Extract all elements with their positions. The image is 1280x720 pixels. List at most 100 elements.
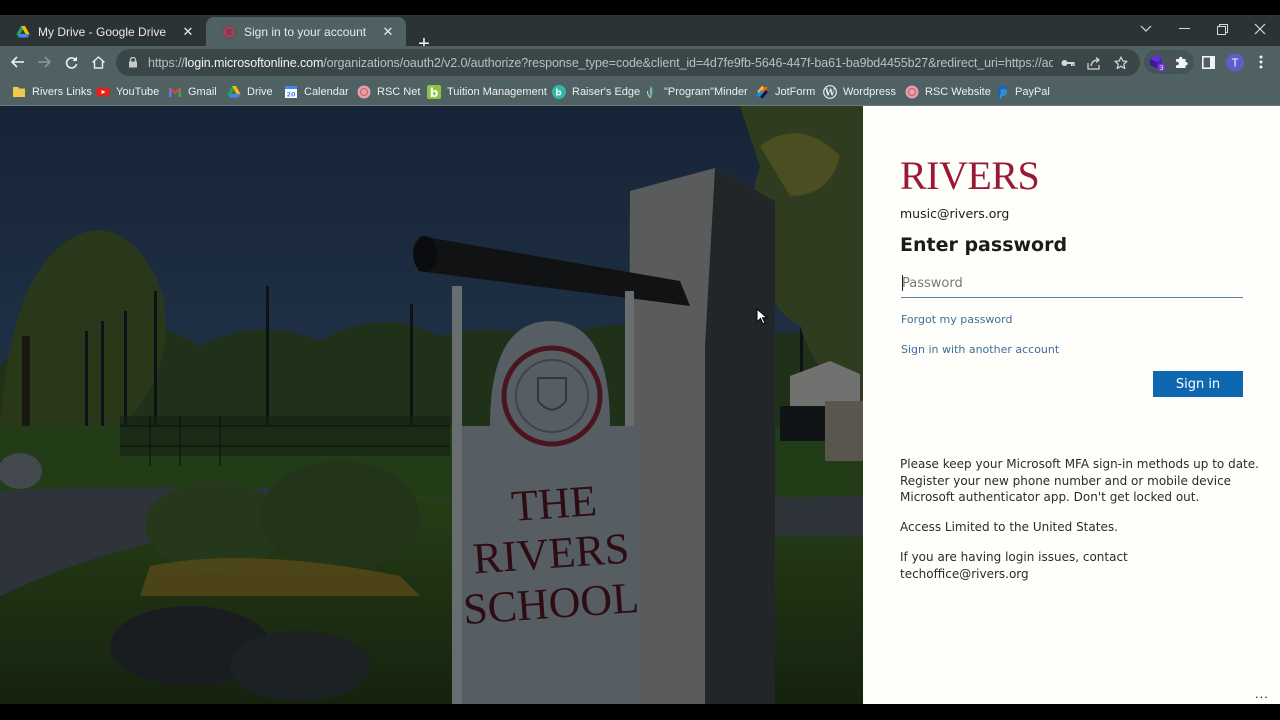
- forward-button[interactable]: [34, 52, 54, 72]
- bookmark-label: RSC Net: [377, 86, 421, 98]
- svg-text:20: 20: [286, 91, 296, 99]
- tab-sign-in[interactable]: Sign in to your account ✕: [206, 17, 406, 46]
- sign-in-button[interactable]: Sign in: [1153, 371, 1243, 397]
- folder-icon: [13, 87, 25, 97]
- bookmark-youtube[interactable]: YouTube: [96, 84, 159, 100]
- kebab-menu-icon[interactable]: [1252, 53, 1270, 71]
- tuition-management-icon: b: [427, 85, 441, 99]
- svg-text:b: b: [555, 89, 562, 99]
- side-panel-icon[interactable]: [1199, 53, 1217, 71]
- svg-text:b: b: [430, 86, 439, 99]
- sign-in-panel: RIVERS music@rivers.org Enter password F…: [863, 106, 1280, 704]
- sign-in-page: THE RIVERS SCHOOL RIVERS music@rivers.or…: [0, 106, 1280, 704]
- browser-toolbar: https://login.microsoftonline.com/organi…: [0, 46, 1280, 78]
- profile-initial: T: [1231, 57, 1239, 69]
- bookmark-label: Tuition Management: [447, 86, 547, 98]
- extension-cube-icon[interactable]: 3: [1148, 53, 1166, 71]
- bookmark-rsc-net[interactable]: RSC Net: [357, 84, 420, 100]
- bookmark-label: PayPal: [1015, 86, 1050, 98]
- paypal-icon: [997, 86, 1008, 99]
- reload-icon: [65, 56, 77, 69]
- url-host: login.microsoftonline.com: [184, 55, 324, 70]
- profile-avatar[interactable]: T: [1226, 53, 1244, 71]
- rsc-website-icon: [905, 85, 919, 99]
- close-tab-icon[interactable]: ✕: [380, 24, 396, 40]
- enter-password-heading: Enter password: [900, 234, 1068, 256]
- bookmark-label: "Program"Minder: [664, 86, 748, 98]
- close-window-icon[interactable]: [1241, 15, 1279, 43]
- rivers-school-sign-illustration: THE RIVERS SCHOOL: [0, 106, 863, 704]
- bookmark-label: JotForm: [775, 86, 816, 98]
- back-arrow-icon: [11, 56, 24, 68]
- url-scheme: https://: [148, 55, 185, 70]
- url-path: /organizations/oauth2/v2.0/authorize?res…: [323, 55, 1053, 70]
- bookmark-rsc-website[interactable]: RSC Website: [905, 84, 991, 100]
- google-drive-icon: [227, 86, 241, 98]
- svg-text:W: W: [824, 89, 836, 99]
- bookmark-label: Gmail: [188, 86, 217, 98]
- mouse-cursor-icon: [756, 308, 768, 325]
- share-icon[interactable]: [1086, 55, 1102, 71]
- minimize-icon[interactable]: [1165, 15, 1203, 43]
- home-icon: [91, 55, 105, 69]
- bookmark-label: Drive: [247, 86, 273, 98]
- bookmark-jotform[interactable]: JotForm: [755, 84, 815, 100]
- reload-button[interactable]: [61, 52, 81, 72]
- bookmark-star-icon[interactable]: [1113, 55, 1129, 71]
- programminder-icon: [646, 86, 653, 99]
- restore-icon[interactable]: [1203, 15, 1241, 43]
- bookmark-calendar[interactable]: 20 Calendar: [284, 84, 349, 100]
- background-photo: THE RIVERS SCHOOL: [0, 106, 863, 704]
- bookmark-label: Calendar: [304, 86, 349, 98]
- tab-title: My Drive - Google Drive: [38, 24, 167, 39]
- account-username: music@rivers.org: [900, 206, 1010, 221]
- tab-search-chevron-icon[interactable]: [1127, 15, 1165, 43]
- tab-google-drive[interactable]: My Drive - Google Drive ✕: [0, 17, 206, 46]
- forward-arrow-icon: [38, 56, 51, 68]
- bookmark-paypal[interactable]: PayPal: [995, 84, 1050, 100]
- back-button[interactable]: [8, 52, 28, 72]
- home-button[interactable]: [88, 52, 108, 72]
- tab-strip: My Drive - Google Drive ✕ Sign in to you…: [0, 15, 1280, 54]
- text-caret: [902, 275, 903, 291]
- wordpress-icon: W: [823, 85, 837, 99]
- bookmark-label: Wordpress: [843, 86, 896, 98]
- more-options-icon[interactable]: ...: [1255, 686, 1269, 701]
- video-letterbox-top: [0, 0, 1280, 15]
- tab-title: Sign in to your account: [244, 24, 367, 39]
- bookmark-programminder[interactable]: "Program"Minder: [644, 84, 748, 100]
- bookmarks-bar: Rivers Links YouTube Gmail Drive 20 Cale…: [0, 78, 1280, 106]
- login-issues-notice: If you are having login issues, contact …: [900, 550, 1128, 581]
- rsc-net-icon: [357, 85, 371, 99]
- close-tab-icon[interactable]: ✕: [180, 24, 196, 40]
- bookmark-drive[interactable]: Drive: [227, 84, 273, 100]
- access-limited-notice: Access Limited to the United States.: [900, 520, 1118, 534]
- bookmark-raisers-edge[interactable]: b Raiser's Edge: [552, 84, 640, 100]
- extension-badge-count: 3: [1160, 65, 1164, 71]
- bookmark-label: RSC Website: [925, 86, 991, 98]
- key-icon[interactable]: [1060, 55, 1076, 71]
- mfa-notice: Please keep your Microsoft MFA sign-in m…: [900, 457, 1259, 504]
- raisers-edge-icon: b: [552, 85, 566, 99]
- bookmark-rivers-links[interactable]: Rivers Links: [12, 84, 92, 100]
- bookmark-tuition-management[interactable]: b Tuition Management: [427, 84, 547, 100]
- bookmark-wordpress[interactable]: W Wordpress: [823, 84, 896, 100]
- address-bar[interactable]: https://login.microsoftonline.com/organi…: [116, 49, 1140, 76]
- jotform-icon: [757, 86, 768, 99]
- youtube-icon: [96, 87, 110, 97]
- sign-in-another-account-link[interactable]: Sign in with another account: [901, 343, 1059, 356]
- gmail-icon: [168, 87, 182, 97]
- url-text[interactable]: https://login.microsoftonline.com/organi…: [148, 56, 1053, 70]
- extensions-puzzle-icon[interactable]: [1173, 53, 1191, 71]
- calendar-icon: 20: [285, 86, 297, 99]
- bookmark-gmail[interactable]: Gmail: [168, 84, 217, 100]
- lock-icon[interactable]: [128, 57, 138, 68]
- video-letterbox-bottom: [0, 704, 1280, 720]
- bookmark-label: Raiser's Edge: [572, 86, 641, 98]
- password-input[interactable]: [901, 270, 1243, 298]
- rivers-seal-icon: [222, 25, 236, 38]
- bookmark-label: YouTube: [116, 86, 160, 98]
- bookmark-label: Rivers Links: [32, 86, 92, 98]
- forgot-password-link[interactable]: Forgot my password: [901, 313, 1012, 326]
- google-drive-icon: [16, 25, 30, 37]
